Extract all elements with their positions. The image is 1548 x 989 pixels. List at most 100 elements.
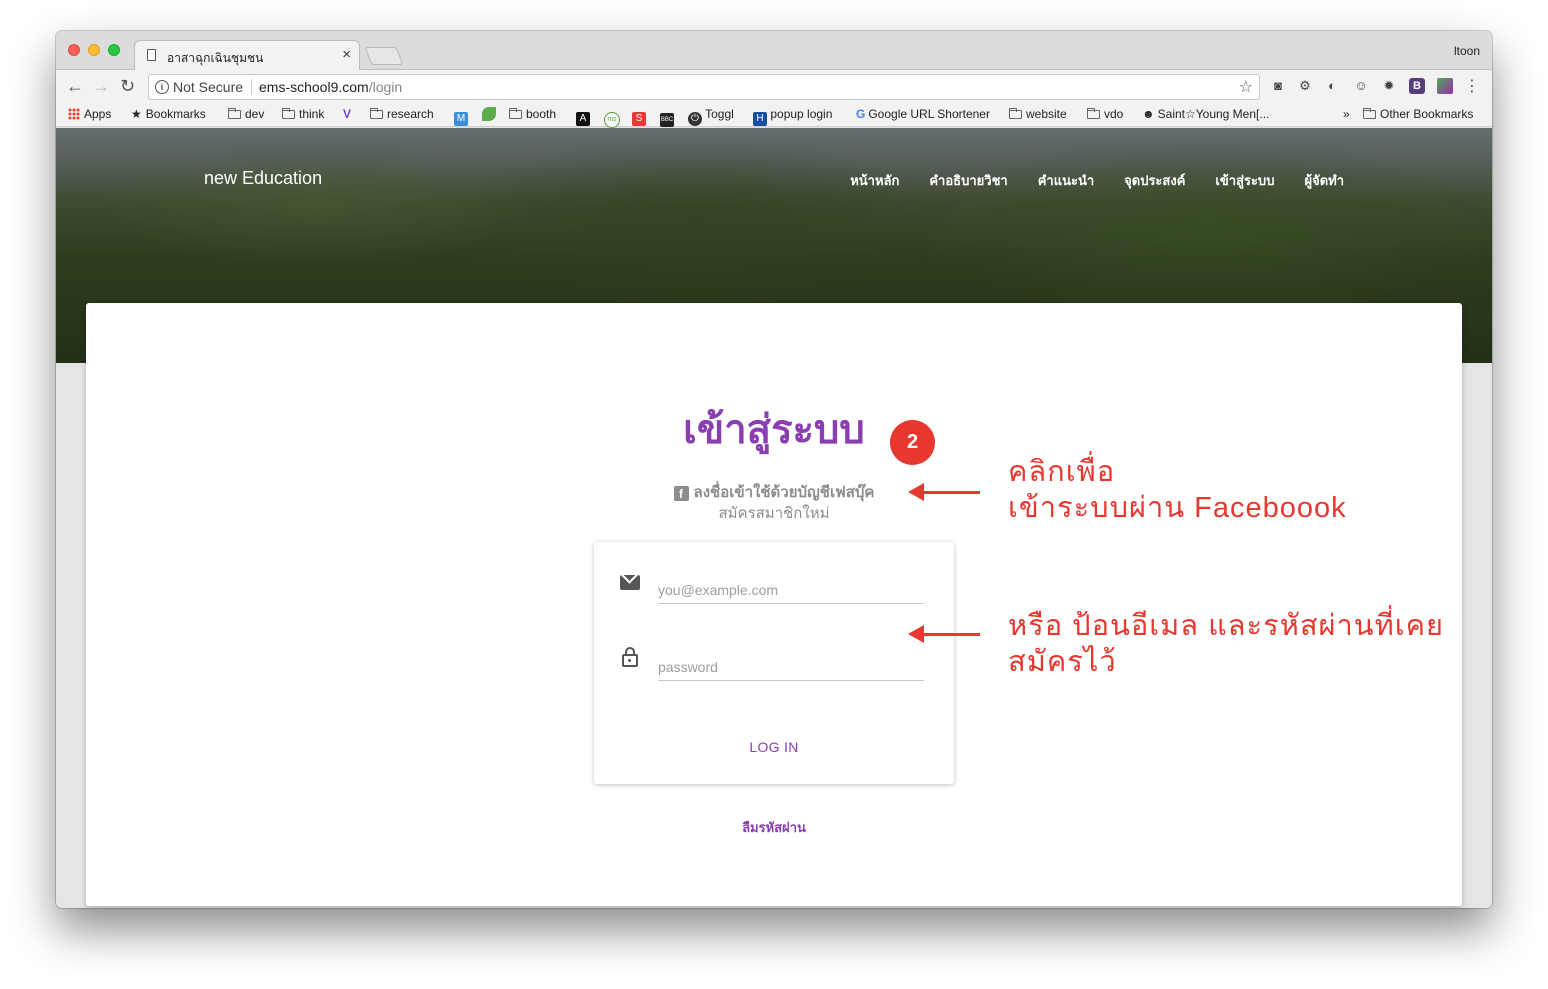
folder-icon	[1009, 108, 1022, 119]
bookmark-label: Google URL Shortener	[868, 107, 990, 121]
bookmarks-bar: Apps ★ Bookmarks dev think V research M b…	[56, 104, 1492, 128]
url-host: ems-school9.com	[259, 79, 369, 95]
forgot-password-link[interactable]: ลืมรหัสผ่าน	[86, 817, 1462, 838]
bookmark-bookmarks[interactable]: ★ Bookmarks	[131, 107, 206, 121]
maximize-window-button[interactable]	[108, 44, 120, 56]
nav-login[interactable]: เข้าสู่ระบบ	[1215, 170, 1274, 191]
bookmark-think[interactable]: think	[282, 107, 324, 121]
bookmark-star-icon[interactable]: ☆	[1239, 77, 1253, 97]
annotation-facebook-line1: คลิกเพื่อ	[1008, 456, 1116, 488]
bookmark-saint-young-men[interactable]: ☻ Saint☆Young Men[...	[1142, 107, 1269, 121]
google-icon: G	[856, 107, 866, 121]
leaf-icon	[482, 107, 496, 121]
mail-icon	[620, 575, 640, 590]
nav-objectives[interactable]: จุดประสงค์	[1124, 170, 1185, 191]
bookmark-popup-login[interactable]: H popup login	[753, 107, 832, 126]
bookmark-s-icon[interactable]: S	[632, 107, 646, 126]
camera-extension-icon[interactable]: ◙	[1270, 78, 1286, 94]
bookmark-apps[interactable]: Apps	[68, 107, 111, 121]
ms-icon: ms	[604, 112, 620, 128]
site-brand[interactable]: new Education	[204, 168, 322, 189]
bookmark-label: Saint☆Young Men[...	[1157, 107, 1270, 121]
bookmark-research[interactable]: research	[370, 107, 434, 121]
toggl-icon: ⏻	[688, 112, 702, 126]
bookmark-website[interactable]: website	[1009, 107, 1067, 121]
lock-icon	[622, 647, 638, 667]
annotation-arrow-email	[908, 625, 980, 643]
bookmark-label: Apps	[84, 107, 112, 121]
annotation-arrow-facebook	[908, 483, 980, 501]
bookmarks-overflow-icon[interactable]: »	[1343, 107, 1350, 121]
bookmark-booth[interactable]: booth	[509, 107, 556, 121]
step-badge: 2	[890, 420, 935, 465]
close-window-button[interactable]	[68, 44, 80, 56]
nav-course-description[interactable]: คำอธิบายวิชา	[929, 170, 1007, 191]
minimize-window-button[interactable]	[88, 44, 100, 56]
login-card: เข้าสู่ระบบ f ลงชื่อเข้าใช้ด้วยบัญชีเฟสบุ…	[86, 303, 1462, 906]
bookmark-ms-icon[interactable]: ms	[604, 107, 620, 128]
email-field[interactable]	[658, 577, 924, 604]
new-tab-button[interactable]	[364, 47, 404, 65]
profile-name[interactable]: ltoon	[1454, 44, 1480, 58]
address-bar[interactable]: i Not Secure ems-school9.com/login ☆	[148, 74, 1260, 100]
folder-icon	[282, 108, 295, 119]
url-text[interactable]: ems-school9.com/login	[259, 79, 402, 95]
bookmark-label: Other Bookmarks	[1380, 107, 1474, 121]
forward-arrow-icon[interactable]: →	[92, 76, 110, 97]
bookmark-label: website	[1026, 107, 1067, 121]
bookmark-leaf-icon[interactable]	[482, 107, 496, 121]
annotation-email-line1: หรือ ป้อนอีเมล และรหัสผ่านที่เคย	[1008, 610, 1445, 642]
google-extension-icon[interactable]: ◐	[1324, 78, 1340, 94]
folder-icon	[509, 108, 522, 119]
tab-strip: อาสาฉุกเฉินชุมชน × ltoon	[56, 31, 1492, 70]
password-field[interactable]	[658, 654, 924, 681]
reload-icon[interactable]: ↻	[120, 76, 135, 97]
h-icon: H	[753, 112, 767, 126]
bookmark-vdo[interactable]: vdo	[1087, 107, 1123, 121]
folder-icon	[370, 108, 383, 119]
tab-title: อาสาฉุกเฉินชุมชน	[167, 51, 264, 65]
bookmark-label: research	[387, 107, 434, 121]
bookmark-bbc-icon[interactable]: BBC	[660, 107, 674, 127]
annotation-email-line2: สมัครไว้	[1008, 646, 1117, 678]
site-nav: หน้าหลัก คำอธิบายวิชา คำแนะนำ จุดประสงค์…	[850, 170, 1344, 191]
bootstrap-extension-icon[interactable]: B	[1409, 78, 1425, 94]
face-extension-icon[interactable]: ☺	[1353, 78, 1369, 94]
url-divider	[251, 79, 252, 95]
color-extension-icon[interactable]	[1437, 78, 1453, 94]
bookmark-toggl[interactable]: ⏻ Toggl	[688, 107, 734, 126]
bookmark-a-icon[interactable]: A	[576, 107, 590, 126]
folder-icon	[1087, 108, 1100, 119]
login-button[interactable]: LOG IN	[594, 738, 954, 756]
annotation-facebook-line2: เข้าระบบผ่าน Faceboook	[1008, 492, 1347, 524]
bookmark-m-icon[interactable]: M	[454, 107, 468, 126]
settings-extension-icon[interactable]: ✹	[1381, 78, 1397, 94]
security-label[interactable]: Not Secure	[173, 79, 243, 95]
a-icon: A	[576, 112, 590, 126]
bookmark-label: Toggl	[705, 107, 734, 121]
bookmark-label: booth	[526, 107, 557, 121]
browser-tab[interactable]: อาสาฉุกเฉินชุมชน ×	[134, 40, 360, 70]
apps-grid-icon	[68, 108, 80, 120]
bookmark-dev[interactable]: dev	[228, 107, 264, 121]
page-title: เข้าสู่ระบบ	[683, 408, 865, 452]
gear-extension-icon[interactable]: ⚙	[1297, 78, 1313, 94]
tab-close-icon[interactable]: ×	[342, 46, 351, 63]
nav-guide[interactable]: คำแนะนำ	[1038, 170, 1094, 191]
url-path: /login	[368, 79, 403, 95]
bookmark-label: think	[299, 107, 325, 121]
more-menu-icon[interactable]: ⋮	[1464, 76, 1480, 96]
info-icon[interactable]: i	[155, 80, 169, 94]
annotation-email: หรือ ป้อนอีเมล และรหัสผ่านที่เคย สมัครไว…	[1008, 608, 1444, 680]
bookmark-other-bookmarks[interactable]: Other Bookmarks	[1363, 107, 1473, 121]
bookmark-v-icon[interactable]: V	[343, 107, 351, 121]
nav-authors[interactable]: ผู้จัดทำ	[1304, 170, 1344, 191]
annotation-facebook: คลิกเพื่อ เข้าระบบผ่าน Faceboook	[1008, 454, 1347, 526]
bookmark-label: Bookmarks	[145, 107, 206, 121]
back-arrow-icon[interactable]: ←	[66, 76, 84, 97]
facebook-login-label: ลงชื่อเข้าใช้ด้วยบัญชีเฟสบุ๊ค	[693, 484, 875, 501]
bookmark-google-url-shortener[interactable]: G Google URL Shortener	[856, 107, 990, 121]
nav-home[interactable]: หน้าหลัก	[850, 170, 899, 191]
s-icon: S	[632, 112, 646, 126]
page-icon	[147, 49, 156, 61]
